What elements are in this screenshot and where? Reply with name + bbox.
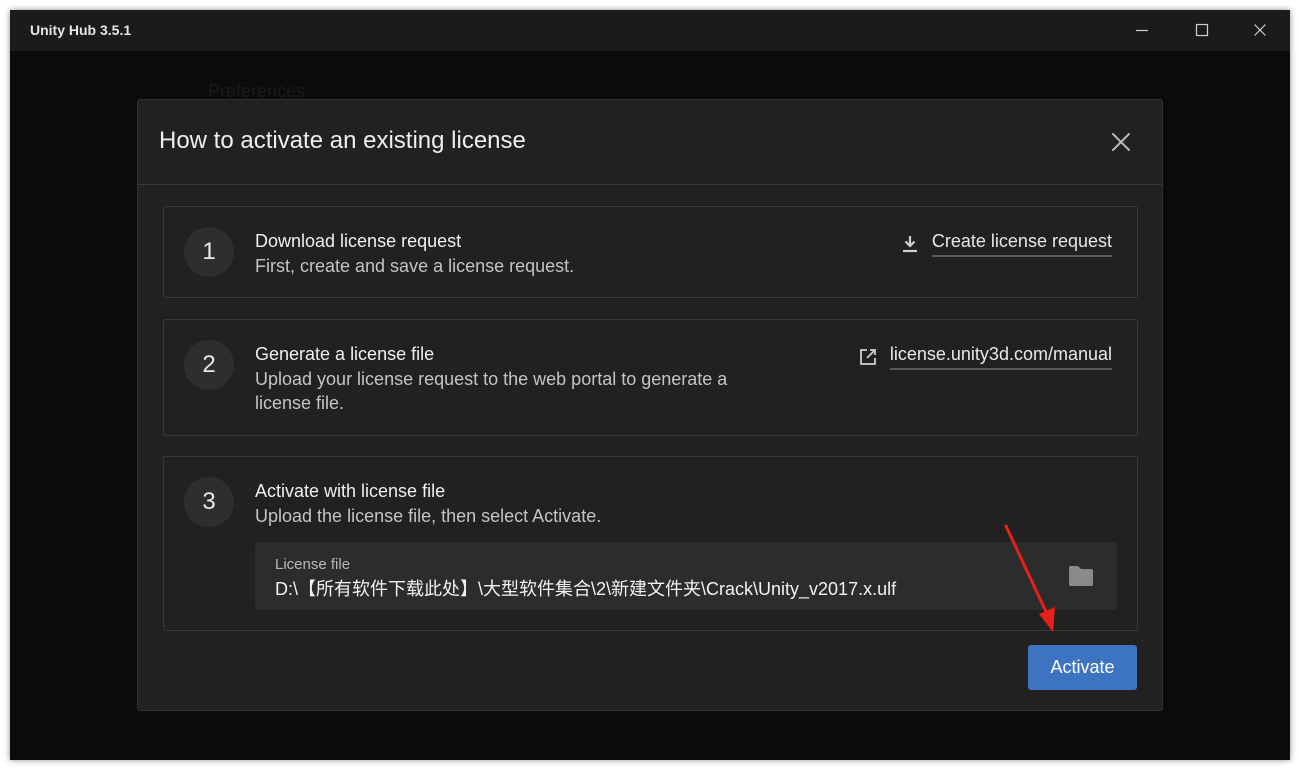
license-file-field[interactable]: License file D:\【所有软件下载此处】\大型软件集合\2\新建文件…	[255, 542, 1117, 610]
step-number: 2	[184, 340, 234, 390]
license-file-path[interactable]: D:\【所有软件下载此处】\大型软件集合\2\新建文件夹\Crack\Unity…	[275, 575, 896, 601]
unity-hub-window: Unity Hub 3.5.1 Preferences How to activ…	[10, 10, 1290, 760]
step-download-license-request: 1 Download license request First, create…	[163, 206, 1138, 298]
license-file-label: License file	[275, 556, 351, 573]
activate-license-dialog: How to activate an existing license 1 Do…	[137, 99, 1163, 711]
close-icon	[1112, 133, 1130, 151]
title-bar[interactable]: Unity Hub 3.5.1	[10, 10, 1290, 51]
close-window-button[interactable]	[1240, 15, 1280, 45]
step-activate-with-license-file: 3 Activate with license file Upload the …	[163, 456, 1138, 631]
dialog-title: How to activate an existing license	[159, 127, 526, 154]
activate-button[interactable]: Activate	[1028, 645, 1137, 690]
create-license-request-link[interactable]: Create license request	[900, 231, 1112, 257]
dialog-close-button[interactable]	[1110, 131, 1132, 153]
license-portal-link[interactable]: license.unity3d.com/manual	[858, 344, 1112, 370]
step-number: 1	[184, 227, 234, 277]
create-license-request-label: Create license request	[931, 231, 1112, 257]
browse-folder-button[interactable]	[1067, 563, 1095, 589]
step-generate-license-file: 2 Generate a license file Upload your li…	[163, 319, 1138, 436]
license-portal-label: license.unity3d.com/manual	[889, 344, 1112, 370]
step-description: Upload your license request to the web p…	[255, 369, 728, 413]
step-title: Download license request	[255, 231, 462, 251]
maximize-icon	[1195, 23, 1209, 37]
step-description: Upload the license file, then select Act…	[255, 506, 602, 526]
close-icon	[1254, 24, 1266, 36]
external-link-icon	[858, 347, 878, 367]
maximize-button[interactable]	[1182, 15, 1222, 45]
dialog-header: How to activate an existing license	[138, 100, 1162, 185]
step-number: 3	[184, 477, 234, 527]
step-description: First, create and save a license request…	[255, 256, 575, 276]
app-title: Unity Hub 3.5.1	[30, 22, 132, 38]
download-icon	[900, 234, 920, 254]
step-title: Generate a license file	[255, 344, 435, 364]
minimize-icon	[1136, 29, 1148, 32]
step-title: Activate with license file	[255, 481, 446, 501]
minimize-button[interactable]	[1122, 15, 1162, 45]
folder-icon	[1069, 566, 1093, 586]
